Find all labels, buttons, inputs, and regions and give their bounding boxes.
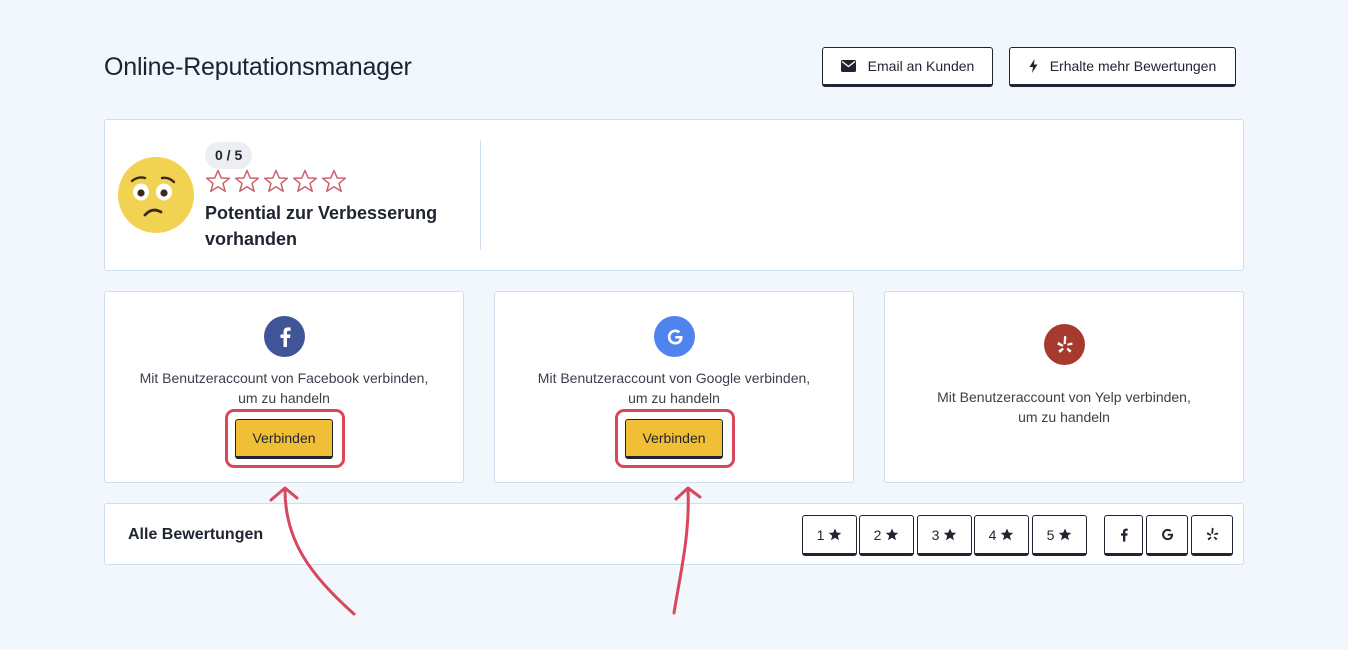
filter-4-star-button[interactable]: 4 <box>974 515 1029 556</box>
divider <box>480 140 481 250</box>
filter-google-button[interactable] <box>1146 515 1188 556</box>
filter-2-label: 2 <box>873 526 882 543</box>
star-icon <box>234 169 260 193</box>
google-connect-button[interactable]: Verbinden <box>625 419 723 459</box>
yelp-connect-line2: um zu handeln <box>1018 409 1110 425</box>
star-icon <box>205 169 231 193</box>
google-icon <box>654 316 695 357</box>
rating-summary-card: 0 / 5 Potential zur Verbesserung vorhand… <box>104 119 1244 271</box>
all-reviews-title: Alle Bewertungen <box>128 526 264 543</box>
score-badge: 0 / 5 <box>205 142 253 169</box>
yelp-connect-card: Mit Benutzeraccount von Yelp verbinden, … <box>884 291 1244 483</box>
google-connect-line2: um zu handeln <box>628 390 720 406</box>
filter-1-star-button[interactable]: 1 <box>802 515 857 556</box>
get-more-reviews-label: Erhalte mehr Bewertungen <box>1049 58 1217 74</box>
filter-5-star-button[interactable]: 5 <box>1032 515 1087 556</box>
yelp-connect-line1: Mit Benutzeraccount von Yelp verbinden, <box>937 389 1191 405</box>
yelp-icon <box>1044 324 1085 365</box>
star-icon <box>321 169 347 193</box>
email-customers-label: Email an Kunden <box>867 58 975 74</box>
filter-5-label: 5 <box>1046 526 1055 543</box>
filter-3-star-button[interactable]: 3 <box>917 515 972 556</box>
google-connect-line1: Mit Benutzeraccount von Google verbinden… <box>537 370 811 386</box>
envelope-icon <box>840 60 856 72</box>
yelp-connect-text: Mit Benutzeraccount von Yelp verbinden, … <box>885 387 1243 427</box>
facebook-connect-button[interactable]: Verbinden <box>235 419 333 459</box>
filter-3-label: 3 <box>931 526 940 543</box>
star-filled-icon <box>1001 528 1014 541</box>
star-icon <box>292 169 318 193</box>
worried-face-icon <box>118 157 194 233</box>
star-filled-icon <box>944 528 957 541</box>
get-more-reviews-button[interactable]: Erhalte mehr Bewertungen <box>1009 47 1236 87</box>
google-icon <box>1161 528 1173 541</box>
star-rating <box>205 169 347 193</box>
filter-4-label: 4 <box>988 526 997 543</box>
star-icon <box>263 169 289 193</box>
filter-facebook-button[interactable] <box>1104 515 1143 556</box>
filter-2-star-button[interactable]: 2 <box>859 515 914 556</box>
star-filled-icon <box>886 528 899 541</box>
facebook-connect-card: Mit Benutzeraccount von Facebook verbind… <box>104 291 464 483</box>
facebook-icon <box>1120 528 1128 542</box>
facebook-connect-text: Mit Benutzeraccount von Facebook verbind… <box>105 368 463 408</box>
all-reviews-bar: Alle Bewertungen 1 2 3 4 5 <box>104 503 1244 565</box>
google-connect-text: Mit Benutzeraccount von Google verbinden… <box>495 368 853 408</box>
star-filled-icon <box>829 528 842 541</box>
facebook-connect-line2: um zu handeln <box>238 390 330 406</box>
filter-1-label: 1 <box>816 526 825 543</box>
page-title: Online-Reputationsmanager <box>104 53 412 81</box>
google-connect-card: Mit Benutzeraccount von Google verbinden… <box>494 291 854 483</box>
filter-yelp-button[interactable] <box>1191 515 1233 556</box>
facebook-icon <box>264 316 305 357</box>
star-filled-icon <box>1059 528 1072 541</box>
lightning-icon <box>1029 59 1038 73</box>
facebook-connect-line1: Mit Benutzeraccount von Facebook verbind… <box>139 370 429 386</box>
yelp-icon <box>1206 527 1218 541</box>
summary-message: Potential zur Verbesserung vorhanden <box>205 203 438 249</box>
email-customers-button[interactable]: Email an Kunden <box>822 47 993 87</box>
